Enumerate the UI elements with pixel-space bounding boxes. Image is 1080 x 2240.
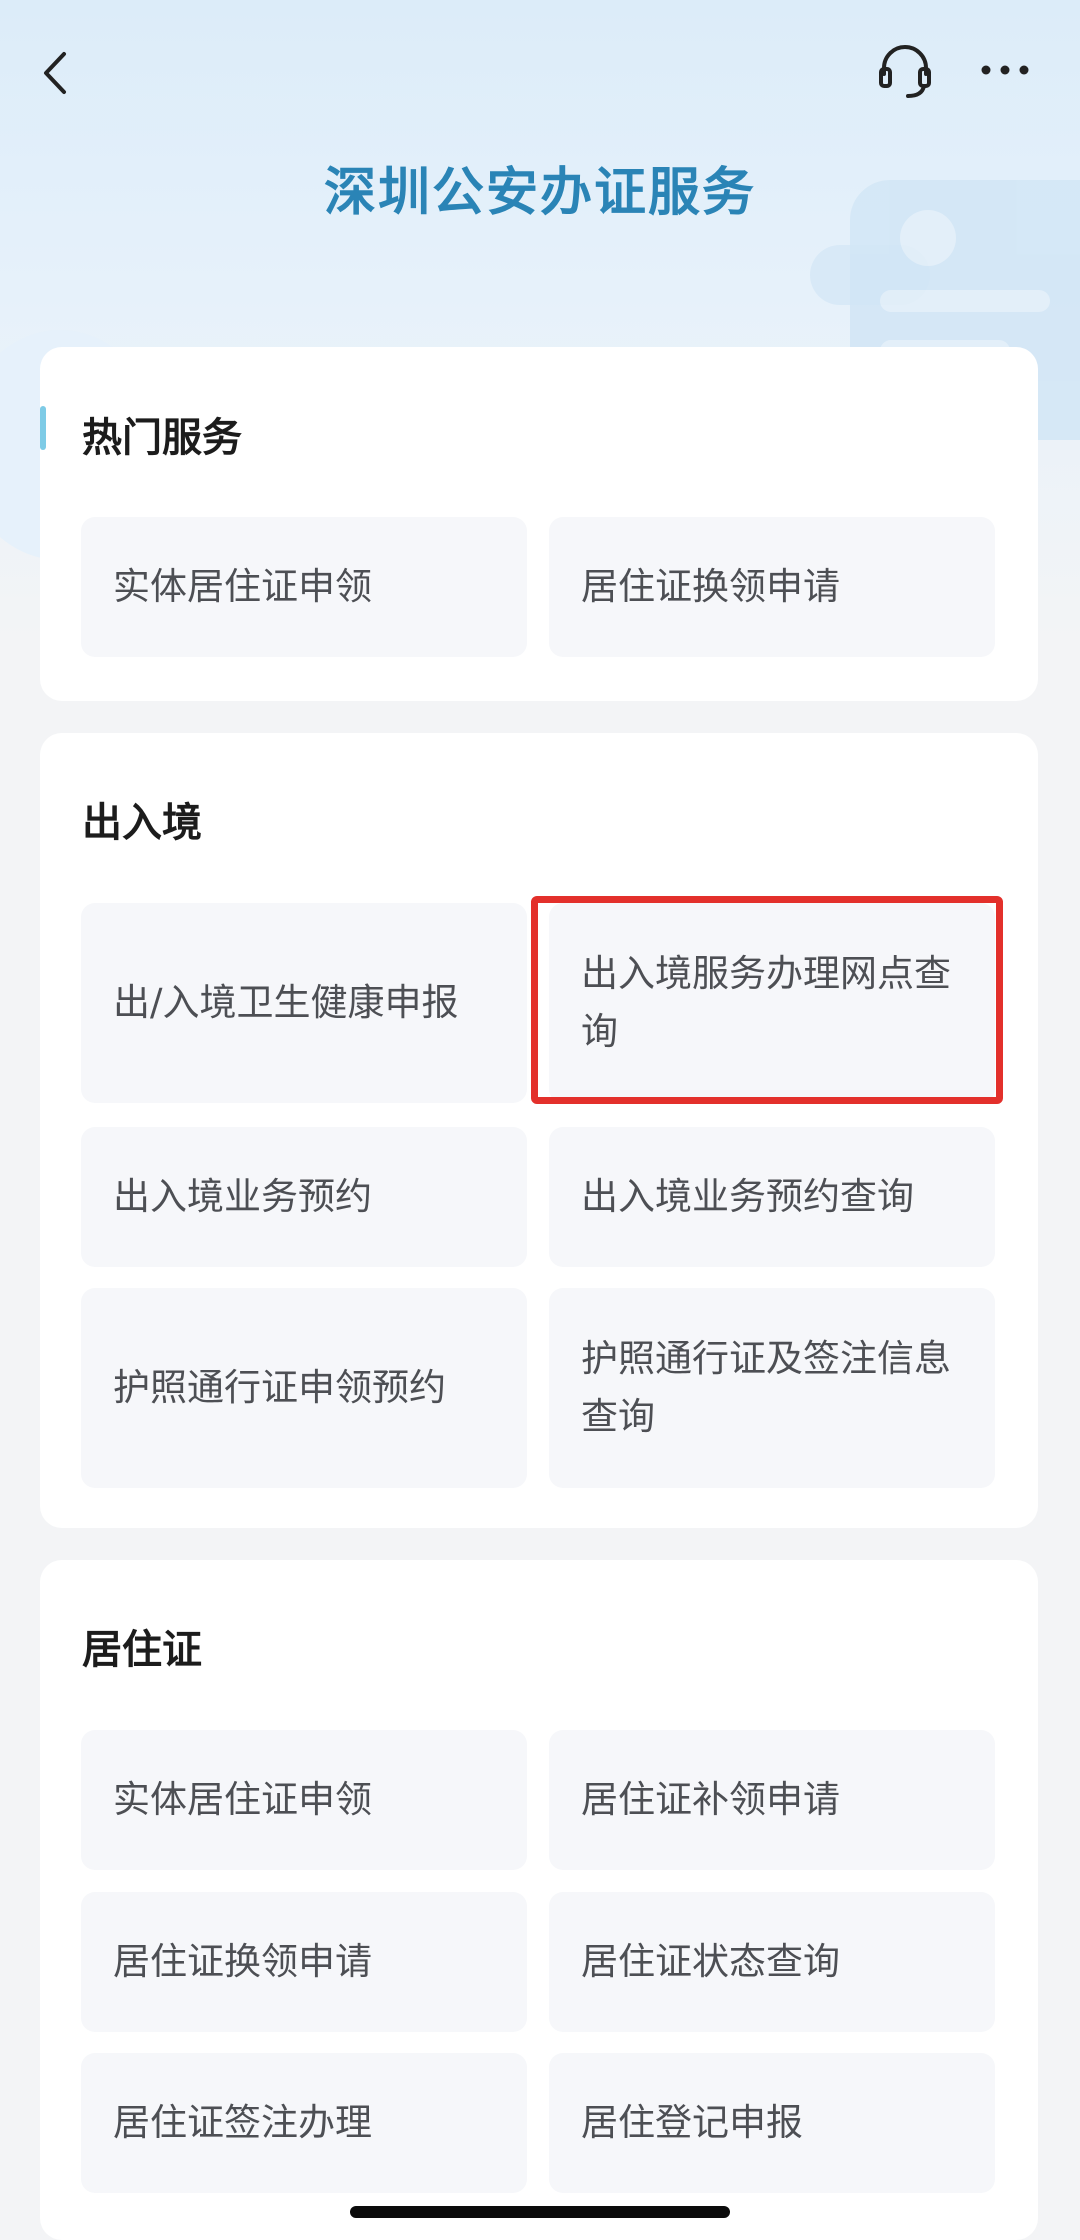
service-label: 护照通行证及签注信息查询 xyxy=(581,1337,951,1438)
customer-service-button[interactable] xyxy=(876,40,934,100)
service-tile[interactable]: 实体居住证申领 xyxy=(81,517,527,657)
service-label: 居住证签注办理 xyxy=(113,2101,372,2144)
section-title: 居住证 xyxy=(82,1627,202,1673)
service-label: 出入境业务预约 xyxy=(113,1175,372,1218)
chevron-left-icon xyxy=(44,52,66,94)
service-label: 居住登记申报 xyxy=(581,2101,803,2144)
service-tile[interactable]: 居住证换领申请 xyxy=(549,517,995,657)
service-label: 居住证换领申请 xyxy=(113,1940,372,1983)
section-residence-permit: 居住证 实体居住证申领 居住证补领申请 居住证换领申请 居住证状态查询 居住证签… xyxy=(40,1560,1038,2240)
more-button[interactable] xyxy=(980,55,1030,85)
back-button[interactable] xyxy=(36,48,80,98)
section-title: 热门服务 xyxy=(82,415,242,461)
service-tile[interactable]: 居住证换领申请 xyxy=(81,1892,527,2032)
section-accent-bar xyxy=(40,406,46,450)
service-label: 实体居住证申领 xyxy=(113,1778,372,1821)
service-tile[interactable]: 护照通行证申领预约 xyxy=(81,1288,527,1488)
service-tile[interactable]: 出入境业务预约查询 xyxy=(549,1127,995,1267)
service-label: 居住证补领申请 xyxy=(581,1778,840,1821)
service-label: 出/入境卫生健康申报 xyxy=(113,981,459,1024)
service-tile[interactable]: 出/入境卫生健康申报 xyxy=(81,903,527,1103)
highlight-annotation-box xyxy=(531,896,1003,1104)
more-horizontal-icon xyxy=(981,65,1029,75)
section-hot-services: 热门服务 实体居住证申领 居住证换领申请 xyxy=(40,347,1038,701)
service-label: 实体居住证申领 xyxy=(113,565,372,608)
service-tile[interactable]: 出入境业务预约 xyxy=(81,1127,527,1267)
service-label: 出入境业务预约查询 xyxy=(581,1175,914,1218)
page-title: 深圳公安办证服务 xyxy=(323,163,756,223)
service-tile[interactable]: 居住证补领申请 xyxy=(549,1730,995,1870)
service-label: 居住证换领申请 xyxy=(581,565,840,608)
service-tile[interactable]: 居住证状态查询 xyxy=(549,1892,995,2032)
service-tile[interactable]: 实体居住证申领 xyxy=(81,1730,527,1870)
service-tile[interactable]: 护照通行证及签注信息查询 xyxy=(549,1288,995,1488)
service-label: 护照通行证申领预约 xyxy=(113,1366,446,1409)
service-tile[interactable]: 居住登记申报 xyxy=(549,2053,995,2193)
service-tile[interactable]: 居住证签注办理 xyxy=(81,2053,527,2193)
home-indicator[interactable] xyxy=(350,2206,730,2218)
headset-icon xyxy=(879,45,931,98)
section-exit-entry: 出入境 出/入境卫生健康申报 出入境服务办理网点查询 出入境业务预约 出入境业务… xyxy=(40,733,1038,1528)
section-title: 出入境 xyxy=(82,800,202,846)
service-label: 居住证状态查询 xyxy=(581,1940,840,1983)
